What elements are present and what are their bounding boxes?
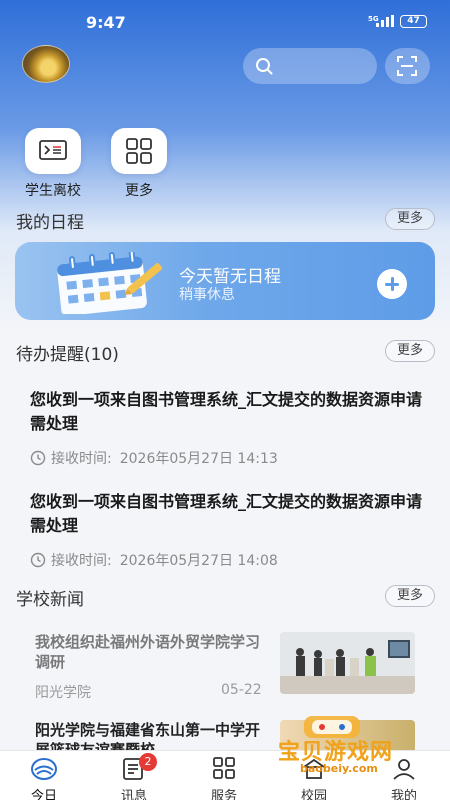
search-bar[interactable] [243,48,377,84]
todo-time-label: 接收时间: [51,451,112,467]
watermark-url: baobeiy.com [300,762,378,775]
todo-item[interactable]: 您收到一项来自图书管理系统_汇文提交的数据资源申请需处理 接收时间: 2026年… [30,388,430,468]
news-title: 阳光学院与福建省东山第一中学开展篮球友谊赛暨校 [35,721,261,750]
home-logo-icon [31,758,57,780]
news-section-title: 学校新闻 [16,590,84,610]
grid-icon [126,138,152,164]
shortcut-tile [111,128,167,174]
todo-time-row: 接收时间: 2026年05月27日 14:13 [30,448,430,468]
todo-time-row: 接收时间: 2026年05月27日 14:08 [30,550,430,570]
news-source: 阳光学院 [35,685,91,701]
add-schedule-button[interactable] [377,269,407,299]
tab-label: 校园 [300,789,327,800]
shortcut-more[interactable]: 更多 [104,128,174,200]
battery-icon: 47 [400,15,427,28]
shortcut-label: 学生离校 [25,183,81,199]
search-icon [256,58,273,75]
todo-more-button[interactable]: 更多 [385,340,435,362]
todo-item[interactable]: 您收到一项来自图书管理系统_汇文提交的数据资源申请需处理 接收时间: 2026年… [30,490,430,570]
todo-title: 您收到一项来自图书管理系统_汇文提交的数据资源申请需处理 [30,492,423,535]
clock-icon [30,552,46,568]
status-bar: 9:47 5G 47 [0,0,450,44]
tab-label: 今日 [30,789,57,800]
tab-label: 服务 [210,789,237,800]
news-date: 05-22 [221,682,262,698]
terminal-icon [39,140,67,160]
grid-icon [213,757,235,779]
tab-services[interactable]: 服务 [194,757,254,800]
todo-time-label: 接收时间: [51,553,112,569]
clock-icon [30,450,46,466]
schedule-card[interactable]: 今天暂无日程 稍事休息 [15,242,435,320]
shortcut-tile [25,128,81,174]
todo-section-title: 待办提醒(10) [16,345,119,365]
todo-title: 您收到一项来自图书管理系统_汇文提交的数据资源申请需处理 [30,390,423,433]
status-time: 9:47 [86,13,126,32]
signal-icon [376,15,394,27]
todo-time-value: 2026年05月27日 14:13 [119,451,278,467]
news-thumbnail [280,632,415,694]
calendar-icon [57,252,163,314]
news-item[interactable]: 我校组织赴福州外语外贸学院学习调研 阳光学院 05-22 [35,632,415,701]
scan-button[interactable] [385,48,430,84]
news-more-button[interactable]: 更多 [385,585,435,607]
schedule-section-title: 我的日程 [16,213,84,233]
schedule-empty-subtext: 稍事休息 [179,287,235,303]
avatar[interactable] [22,45,70,83]
shortcut-label: 更多 [125,183,153,199]
tab-label: 我的 [390,789,417,800]
shortcut-student-leave[interactable]: 学生离校 [18,128,88,200]
scan-icon [397,56,417,76]
tab-messages[interactable]: 讯息 2 [104,753,164,800]
todo-time-value: 2026年05月27日 14:08 [119,553,278,569]
news-photo [280,632,415,694]
watermark-logo: 宝贝游戏网 baobeiy.com [252,712,420,778]
tab-label: 讯息 [120,789,147,800]
news-title: 我校组织赴福州外语外贸学院学习调研 [35,633,261,671]
battery-level: 47 [407,16,420,26]
schedule-more-button[interactable]: 更多 [385,208,435,230]
unread-badge: 2 [139,753,157,771]
tab-today[interactable]: 今日 [14,757,74,800]
